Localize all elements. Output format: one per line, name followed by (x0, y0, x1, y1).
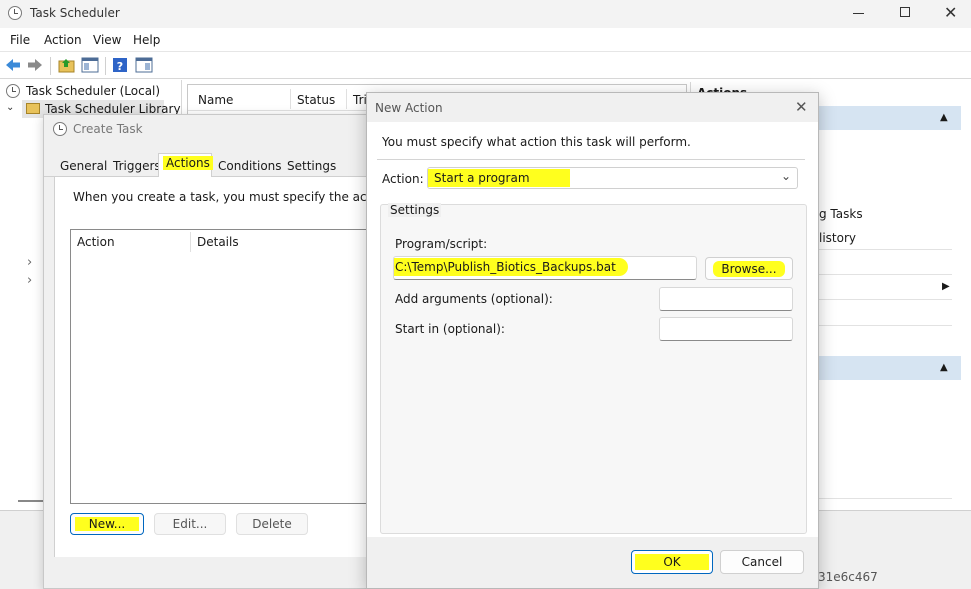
tab-general[interactable]: General (60, 159, 107, 173)
edit-action-label: Edit... (172, 517, 208, 531)
actions-table[interactable]: Action Details (70, 229, 380, 504)
program-input-value: C:\Temp\Publish_Biotics_Backups.bat (394, 258, 628, 276)
new-action-label: New... (74, 517, 140, 531)
column-divider (190, 232, 191, 252)
column-divider (290, 89, 291, 109)
new-action-button[interactable]: New... (70, 513, 144, 535)
browse-button[interactable]: Browse... (705, 257, 793, 280)
program-label: Program/script: (395, 237, 488, 251)
tree-root[interactable]: Task Scheduler (Local) (26, 84, 160, 98)
pane-divider (819, 299, 952, 300)
args-input[interactable] (659, 287, 793, 311)
column-name[interactable]: Name (198, 93, 233, 107)
cancel-button[interactable]: Cancel (720, 550, 804, 574)
cancel-label: Cancel (741, 555, 783, 569)
actions-item-history[interactable]: listory (819, 231, 856, 245)
collapse-up-icon[interactable]: ▲ (940, 112, 948, 123)
tab-actions[interactable]: Actions (163, 156, 213, 170)
title-bar: Task Scheduler ✕ (0, 0, 971, 28)
column-triggers[interactable]: Tri (353, 93, 367, 107)
toolbar-divider (50, 57, 51, 75)
submenu-arrow-icon[interactable]: ▶ (942, 281, 950, 292)
ok-label: OK (635, 554, 709, 570)
startin-input[interactable] (659, 317, 793, 341)
back-arrow-icon[interactable] (5, 58, 21, 72)
col-action-header[interactable]: Action (77, 235, 115, 249)
col-details-header[interactable]: Details (197, 235, 239, 249)
actions-tab-panel: When you create a task, you must specify… (54, 177, 380, 557)
forward-arrow-icon[interactable] (27, 58, 43, 72)
chevron-right-icon[interactable]: › (27, 255, 32, 270)
dialog-content: You must specify what action this task w… (367, 122, 818, 537)
delete-action-button[interactable]: Delete (236, 513, 308, 535)
ok-button[interactable]: OK (631, 550, 713, 574)
action-label: Action: (382, 172, 424, 186)
close-icon[interactable]: ✕ (944, 3, 957, 22)
action-select-value: Start a program (428, 169, 570, 187)
collapse-up-icon[interactable]: ▲ (940, 362, 948, 373)
pane-divider (819, 498, 952, 499)
new-action-title: New Action (375, 101, 443, 115)
column-divider (346, 89, 347, 109)
create-task-title: Create Task (73, 122, 143, 136)
browse-label: Browse... (713, 261, 785, 277)
window-title: Task Scheduler (30, 6, 120, 20)
clock-icon (6, 84, 20, 98)
folder-icon (26, 103, 40, 114)
svg-text:?: ? (117, 60, 123, 73)
tab-strip: General Triggers Actions Conditions Sett… (44, 153, 379, 177)
args-label: Add arguments (optional): (395, 292, 553, 306)
menu-bar: File Action View Help (0, 28, 971, 52)
clock-icon (53, 122, 67, 136)
toolbar: ? (0, 53, 971, 79)
menu-view[interactable]: View (93, 33, 121, 47)
help-icon[interactable]: ? (112, 57, 128, 73)
maximize-icon[interactable] (900, 7, 910, 17)
tab-triggers[interactable]: Triggers (113, 159, 161, 173)
show-hide-console-icon[interactable] (81, 57, 99, 73)
menu-help[interactable]: Help (133, 33, 160, 47)
action-select[interactable]: Start a program ⌄ (427, 167, 798, 189)
tab-conditions[interactable]: Conditions (218, 159, 282, 173)
chevron-down-icon[interactable]: ⌄ (6, 102, 14, 113)
actions-item-tasks[interactable]: g Tasks (819, 207, 863, 221)
minimize-icon[interactable] (853, 13, 864, 14)
tab-settings[interactable]: Settings (287, 159, 336, 173)
clock-icon (8, 6, 22, 20)
chevron-down-icon: ⌄ (781, 169, 792, 183)
create-task-dialog: Create Task General Triggers Actions Con… (43, 114, 380, 589)
program-input[interactable]: C:\Temp\Publish_Biotics_Backups.bat (393, 256, 697, 280)
settings-group: Settings Program/script: C:\Temp\Publish… (380, 203, 807, 534)
action-prompt: You must specify what action this task w… (382, 135, 691, 149)
settings-label: Settings (388, 203, 442, 217)
pane-divider (819, 325, 952, 326)
folder-up-icon[interactable] (58, 57, 75, 73)
scrollbar[interactable] (18, 500, 43, 502)
pane-divider (819, 274, 952, 275)
new-action-dialog: New Action ✕ You must specify what actio… (366, 92, 819, 589)
startin-label: Start in (optional): (395, 322, 505, 336)
toolbar-divider (105, 57, 106, 75)
chevron-right-icon[interactable]: › (27, 273, 32, 288)
menu-file[interactable]: File (10, 33, 30, 47)
status-text: 31e6c467 (818, 570, 878, 584)
close-icon[interactable]: ✕ (795, 98, 808, 116)
prompt-divider (377, 159, 805, 160)
edit-action-button[interactable]: Edit... (154, 513, 226, 535)
pane-divider (819, 249, 952, 250)
show-hide-action-pane-icon[interactable] (135, 57, 153, 73)
delete-action-label: Delete (252, 517, 292, 531)
column-status[interactable]: Status (297, 93, 335, 107)
menu-action[interactable]: Action (44, 33, 82, 47)
actions-description: When you create a task, you must specify… (73, 190, 378, 204)
